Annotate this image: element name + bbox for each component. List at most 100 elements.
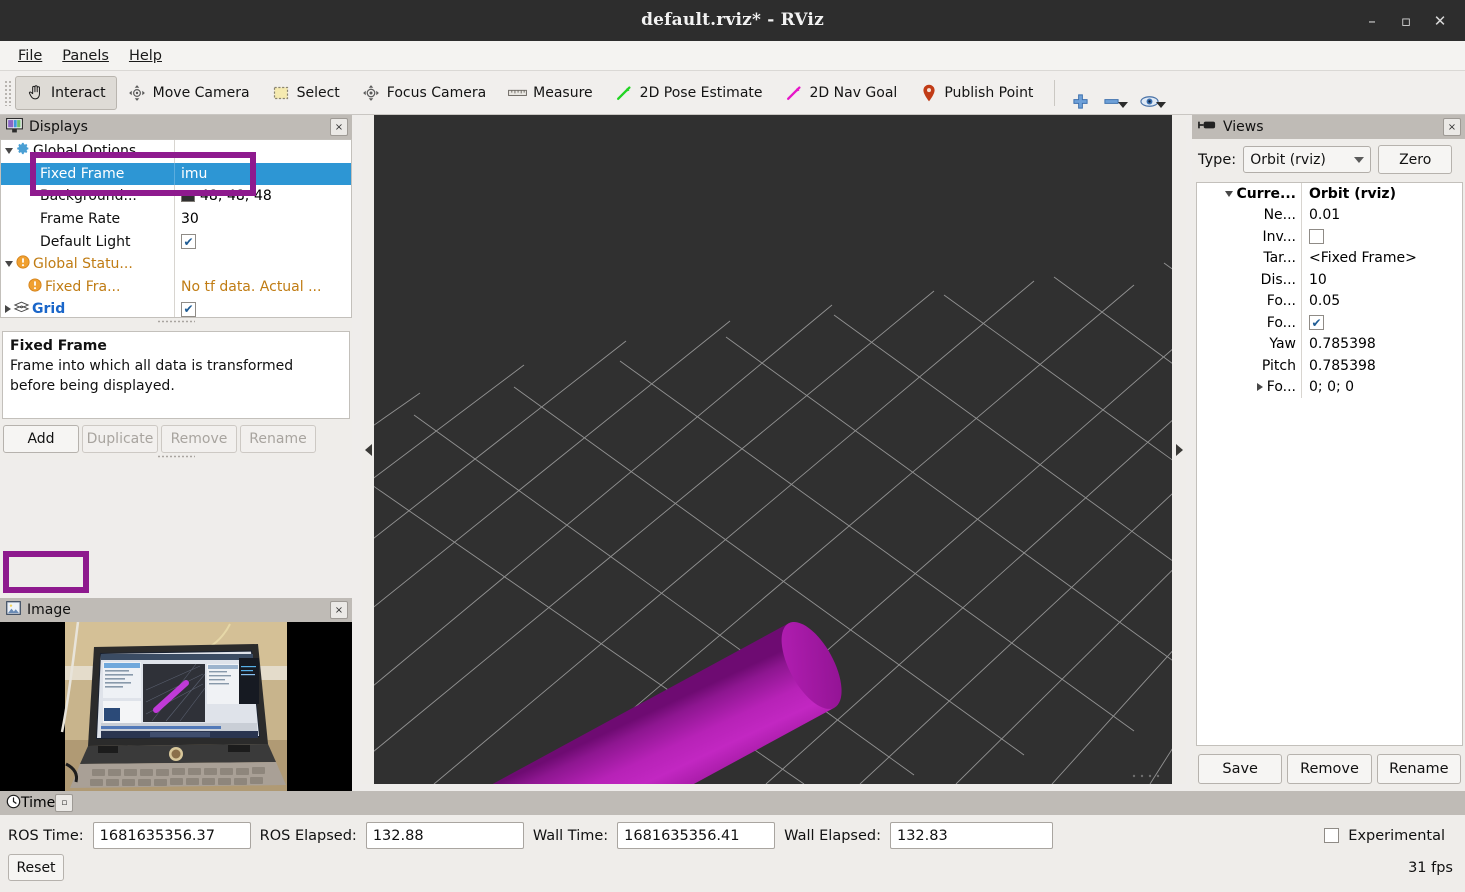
displays-bottom-splitter-handle[interactable]: [0, 453, 352, 460]
tree-value-frame-rate[interactable]: 30: [181, 211, 199, 227]
tool-select[interactable]: Select: [261, 76, 351, 110]
camera-image-view[interactable]: [0, 622, 352, 791]
tool-2d-nav-goal[interactable]: 2D Nav Goal: [774, 76, 909, 110]
expander-expand-icon[interactable]: [5, 305, 11, 314]
tool-interact[interactable]: Interact: [15, 75, 117, 110]
visibility-tool-caret-icon[interactable]: [1156, 101, 1167, 108]
right-splitter-collapse-handle[interactable]: [1172, 115, 1186, 784]
visibility-tool-button[interactable]: [1134, 75, 1172, 111]
rename-display-button[interactable]: Rename: [240, 425, 316, 453]
invert-z-checkbox[interactable]: [1309, 229, 1324, 245]
views-row-target-frame[interactable]: Tar... <Fixed Frame>: [1197, 247, 1462, 269]
menu-file[interactable]: File: [8, 45, 52, 67]
camera-photo: [0, 622, 352, 791]
tool-focus-camera-label: Focus Camera: [386, 84, 487, 101]
views-tree[interactable]: Curre... Orbit (rviz) Ne... 0.01 Inv... …: [1196, 182, 1463, 746]
displays-panel: Displays × Global Options Fixed Frame im…: [0, 115, 352, 460]
save-view-button[interactable]: Save: [1198, 754, 1283, 784]
tool-move-camera[interactable]: Move Camera: [117, 76, 261, 110]
tree-row-global-status[interactable]: Global Statu...: [1, 252, 351, 276]
view-type-select[interactable]: Orbit (rviz): [1243, 146, 1372, 173]
views-value-target-frame[interactable]: <Fixed Frame>: [1309, 250, 1417, 266]
views-value-yaw[interactable]: 0.785398: [1309, 336, 1376, 352]
add-tool-button[interactable]: [1065, 75, 1096, 111]
views-row-focal-shape-fixed-size[interactable]: Fo... ✔: [1197, 312, 1462, 334]
views-label-focal-shape-fixed-size: Fo...: [1266, 314, 1296, 331]
views-row-near-clip[interactable]: Ne... 0.01: [1197, 204, 1462, 226]
views-row-pitch[interactable]: Pitch 0.785398: [1197, 355, 1462, 377]
expander-collapse-icon[interactable]: [5, 148, 13, 155]
minimize-button[interactable]: –: [1355, 4, 1389, 38]
tool-2d-pose-estimate[interactable]: 2D Pose Estimate: [604, 76, 774, 110]
menu-help[interactable]: Help: [119, 45, 172, 67]
expander-collapse-icon[interactable]: [1224, 190, 1233, 197]
tree-row-default-light[interactable]: Default Light ✔: [1, 230, 351, 253]
tree-row-global-options[interactable]: Global Options: [1, 140, 351, 163]
tree-row-grid[interactable]: Grid ✔: [1, 298, 351, 318]
views-row-current-view[interactable]: Curre... Orbit (rviz): [1197, 183, 1462, 205]
views-value-near-clip[interactable]: 0.01: [1309, 207, 1340, 223]
tool-publish-point-label: Publish Point: [944, 84, 1034, 101]
grid-enable-checkbox[interactable]: ✔: [181, 301, 196, 317]
menu-panels[interactable]: Panels: [52, 45, 119, 67]
maximize-button[interactable]: ▫: [1389, 4, 1423, 38]
views-row-yaw[interactable]: Yaw 0.785398: [1197, 333, 1462, 355]
tree-value-fixed-frame-status: No tf data. Actual ...: [181, 278, 322, 295]
rename-view-button[interactable]: Rename: [1376, 754, 1461, 784]
tree-label-grid: Grid: [32, 301, 66, 318]
left-splitter-collapse-handle[interactable]: [362, 115, 374, 784]
views-row-invert-z[interactable]: Inv...: [1197, 226, 1462, 248]
remove-view-button[interactable]: Remove: [1287, 754, 1372, 784]
reset-time-button[interactable]: Reset: [8, 854, 64, 881]
views-panel-title: Views: [1223, 119, 1264, 135]
views-row-focal-point[interactable]: Fo... 0; 0; 0: [1197, 376, 1462, 398]
experimental-checkbox[interactable]: [1324, 828, 1340, 843]
displays-tree[interactable]: Global Options Fixed Frame imu Backgroun…: [0, 139, 352, 318]
views-row-distance[interactable]: Dis... 10: [1197, 269, 1462, 291]
time-panel-close-icon[interactable]: ▫: [55, 794, 74, 812]
remove-tool-button[interactable]: [1096, 75, 1134, 111]
add-display-button[interactable]: Add: [3, 425, 79, 453]
plus-icon: [1071, 92, 1090, 111]
focal-shape-fixed-size-checkbox[interactable]: ✔: [1309, 315, 1324, 331]
views-panel-close-icon[interactable]: ×: [1443, 118, 1461, 136]
wall-elapsed-input[interactable]: 132.83: [889, 822, 1053, 849]
expander-expand-icon[interactable]: [1256, 383, 1263, 392]
background-color-swatch[interactable]: [181, 190, 195, 203]
views-row-focal-shape-size[interactable]: Fo... 0.05: [1197, 290, 1462, 312]
ros-elapsed-input[interactable]: 132.88: [365, 822, 524, 849]
ros-time-input[interactable]: 1681635356.37: [92, 822, 251, 849]
chevron-left-icon[interactable]: [364, 443, 372, 456]
remove-tool-caret-icon[interactable]: [1118, 101, 1129, 108]
duplicate-display-button[interactable]: Duplicate: [82, 425, 158, 453]
toolbar-drag-handle[interactable]: [4, 79, 12, 106]
views-panel: Views × Type: Orbit (rviz) Zero Curre...…: [1192, 115, 1465, 791]
ros-time-label: ROS Time:: [8, 827, 84, 844]
tool-measure[interactable]: Measure: [497, 76, 604, 110]
chevron-right-icon[interactable]: [1175, 443, 1183, 456]
tree-row-frame-rate[interactable]: Frame Rate 30: [1, 207, 351, 231]
tree-row-fixed-frame[interactable]: Fixed Frame imu: [1, 162, 351, 186]
image-panel-close-icon[interactable]: ×: [330, 601, 348, 619]
wall-time-input[interactable]: 1681635356.41: [617, 822, 776, 849]
views-value-focal-shape-size[interactable]: 0.05: [1309, 293, 1340, 309]
views-value-focal-point[interactable]: 0; 0; 0: [1309, 379, 1354, 395]
clock-icon: [6, 794, 21, 813]
tree-row-fixed-frame-status[interactable]: Fixed Fra... No tf data. Actual ...: [1, 275, 351, 299]
tree-row-background-color[interactable]: Background... 48; 48; 48: [1, 185, 351, 208]
views-label-near-clip: Ne...: [1263, 207, 1296, 224]
expander-collapse-icon[interactable]: [5, 261, 13, 268]
views-value-distance[interactable]: 10: [1309, 272, 1327, 288]
tree-value-fixed-frame[interactable]: imu: [181, 166, 207, 182]
tool-publish-point[interactable]: Publish Point: [908, 76, 1044, 110]
default-light-checkbox[interactable]: ✔: [181, 234, 196, 250]
chevron-down-icon: [1354, 156, 1365, 163]
displays-splitter-handle[interactable]: [0, 318, 352, 325]
render-view-3d[interactable]: [374, 115, 1172, 784]
displays-panel-close-icon[interactable]: ×: [330, 118, 348, 136]
views-value-pitch[interactable]: 0.785398: [1309, 358, 1376, 374]
zero-view-button[interactable]: Zero: [1378, 145, 1453, 174]
tool-focus-camera[interactable]: Focus Camera: [351, 76, 497, 110]
remove-display-button[interactable]: Remove: [161, 425, 237, 453]
close-button[interactable]: ✕: [1423, 4, 1457, 38]
